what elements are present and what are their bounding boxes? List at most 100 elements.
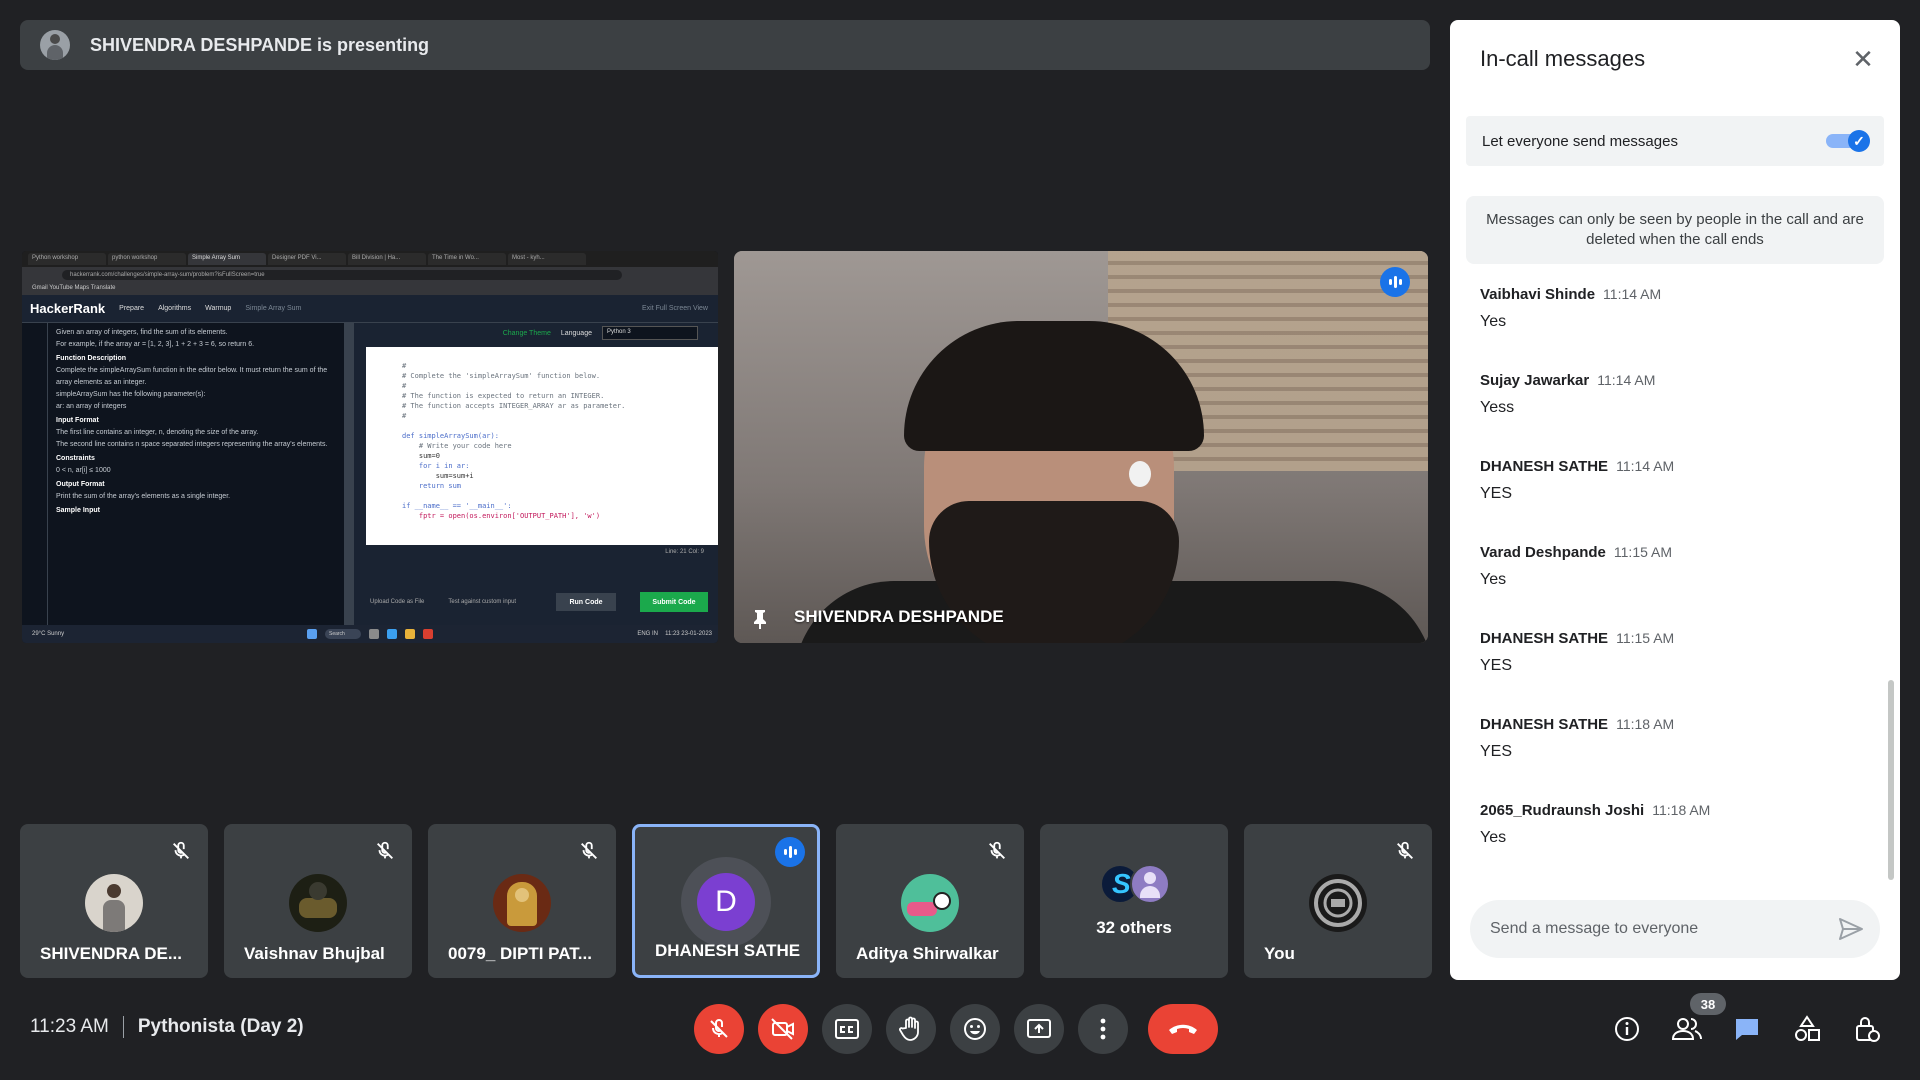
earbud [1129, 461, 1151, 487]
mic-off-icon [581, 841, 597, 859]
participant-tile[interactable]: 0079_ DIPTI PAT... [428, 824, 616, 978]
microphone-button[interactable] [694, 1004, 744, 1054]
code-line: sum=0 [402, 452, 440, 460]
editor-toolbar: Change Theme Language Python 3 [354, 323, 718, 343]
hackerrank-body: Given an array of integers, find the sum… [22, 323, 718, 625]
test-custom-input: Test against custom input [448, 599, 517, 605]
chat-message: 2065_Rudraunsh Joshi 11:18 AM Yes [1480, 802, 1860, 888]
browser-tab: python workshop [108, 253, 186, 265]
chat-icon [1736, 1019, 1758, 1040]
message-sender: Sujay Jawarkar 11:14 AM [1480, 372, 1656, 389]
hr-breadcrumb: Simple Array Sum [245, 305, 302, 312]
code-line: # [402, 382, 407, 390]
language-label: Language [560, 329, 592, 337]
toggle-label: Let everyone send messages [1482, 132, 1678, 150]
participant-name: Vaishnav Bhujbal [244, 944, 385, 963]
browser-tabs: Python workshop python workshop Simple A… [22, 251, 718, 267]
pin-icon[interactable] [752, 609, 768, 629]
speaking-indicator-icon [775, 837, 805, 867]
activities-button[interactable] [1790, 1012, 1824, 1046]
avatar-initial: D [697, 873, 755, 931]
edge-icon [387, 629, 397, 639]
message-sender: 2065_Rudraunsh Joshi 11:18 AM [1480, 802, 1711, 819]
participant-name: DHANESH SATHE [655, 941, 801, 960]
current-time: 11:23 AM [30, 1016, 109, 1037]
code-line: for i in ar: [402, 462, 470, 470]
participant-tile-active[interactable]: D DHANESH SATHE [632, 824, 820, 978]
chat-scrollbar[interactable] [1888, 680, 1894, 880]
chat-message: Varad Deshpande 11:15 AM Yes [1480, 544, 1860, 630]
code-area: # # Complete the 'simpleArraySum' functi… [366, 347, 718, 545]
close-icon[interactable]: ✕ [1848, 44, 1878, 74]
participant-tile-self[interactable]: You [1244, 824, 1432, 978]
host-controls-icon [1856, 1017, 1880, 1042]
task-view-icon [369, 629, 379, 639]
avatar [901, 874, 959, 932]
participant-name: Aditya Shirwalkar [856, 944, 999, 963]
more-options-button[interactable] [1078, 1004, 1128, 1054]
present-button[interactable] [1014, 1004, 1064, 1054]
problem-line: Given an array of integers, find the sum… [56, 329, 228, 336]
info-icon [1615, 1017, 1639, 1041]
problem-heading: Input Format [56, 417, 99, 424]
leave-call-button[interactable] [1148, 1004, 1218, 1054]
participant-tile[interactable]: SHIVENDRA DE... [20, 824, 208, 978]
in-call-messages-panel: In-call messages ✕ Let everyone send mes… [1450, 20, 1900, 980]
taskbar-search: Search [325, 629, 361, 639]
send-icon[interactable] [1838, 917, 1864, 941]
browser-tab: Bill Division | Ha... [348, 253, 426, 265]
participant-name: You [1264, 944, 1295, 963]
code-line: return sum [402, 482, 462, 490]
problem-line: Complete the simpleArraySum function in … [56, 367, 328, 386]
message-text: Yes [1480, 313, 1507, 330]
meeting-name: Pythonista (Day 2) [137, 1016, 304, 1037]
problem-line: 0 < n, ar[i] ≤ 1000 [56, 467, 111, 474]
mic-off-icon [377, 841, 393, 859]
message-time: 11:14 AM [1616, 458, 1675, 474]
people-button[interactable] [1670, 1012, 1704, 1046]
problem-heading: Sample Input [56, 507, 100, 514]
activities-icon [1795, 1015, 1820, 1041]
chat-button[interactable] [1730, 1012, 1764, 1046]
camera-button[interactable] [758, 1004, 808, 1054]
avatar [289, 874, 347, 932]
send-messages-toggle[interactable]: ✓ [1826, 130, 1870, 152]
meeting-info: 11:23 AM Pythonista (Day 2) [30, 1016, 304, 1038]
chat-input-placeholder: Send a message to everyone [1490, 920, 1699, 937]
browser-tab: The Time in Wo... [428, 253, 506, 265]
presenter-camera-tile[interactable]: SHIVENDRA DESHPANDE [734, 251, 1428, 643]
participant-tile[interactable]: Aditya Shirwalkar [836, 824, 1024, 978]
meeting-details-button[interactable] [1610, 1012, 1644, 1046]
browser-bookmarks: Gmail YouTube Maps Translate [22, 283, 718, 295]
avatar: D [681, 857, 771, 947]
camera-participant-name: SHIVENDRA DESHPANDE [794, 607, 1004, 626]
reactions-button[interactable] [950, 1004, 1000, 1054]
pane-splitter [344, 323, 354, 625]
message-time: 11:18 AM [1616, 716, 1675, 732]
message-text: YES [1480, 485, 1513, 502]
shared-screen-tile[interactable]: Python workshop python workshop Simple A… [22, 251, 718, 643]
problem-line: The second line contains n space separat… [56, 441, 328, 448]
message-time: 11:15 AM [1613, 544, 1673, 560]
host-controls-button[interactable] [1850, 1012, 1884, 1046]
code-line: # [402, 362, 407, 370]
raise-hand-button[interactable] [886, 1004, 936, 1054]
avatar [1130, 864, 1170, 904]
people-icon [1671, 1018, 1702, 1040]
code-line: # [402, 412, 407, 420]
change-theme-link: Change Theme [502, 329, 551, 337]
participant-tile[interactable]: Vaishnav Bhujbal [224, 824, 412, 978]
chat-message: Sujay Jawarkar 11:14 AM Yess [1480, 372, 1860, 458]
chat-message: DHANESH SATHE 11:18 AM YES [1480, 716, 1860, 802]
chat-message: Vaibhavi Shinde 11:14 AM Yes [1480, 286, 1860, 372]
chat-message-input[interactable]: Send a message to everyone [1470, 900, 1880, 958]
message-text: YES [1480, 657, 1513, 674]
participant-tile-others[interactable]: 32 others [1040, 824, 1228, 978]
start-icon [307, 629, 317, 639]
browser-tab: Most - kyh... [508, 253, 586, 265]
hang-up-icon [1169, 1024, 1197, 1034]
chat-message: DHANESH SATHE 11:14 AM YES [1480, 458, 1860, 544]
code-line: def simpleArraySum(ar): [402, 432, 499, 440]
captions-button[interactable] [822, 1004, 872, 1054]
message-text: Yess [1480, 399, 1515, 416]
